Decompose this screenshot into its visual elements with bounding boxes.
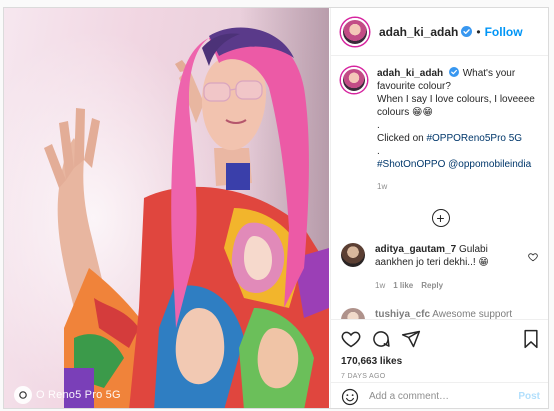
camera-watermark: O Reno5 Pro 5G (14, 386, 121, 404)
post-header: adah_ki_adah • Follow (331, 8, 548, 56)
emoji-icon[interactable] (341, 388, 359, 406)
post-photo[interactable]: O Reno5 Pro 5G (4, 8, 329, 408)
post-timestamp: 7 DAYS AGO (341, 373, 386, 380)
page-background: O Reno5 Pro 5G adah_ki_adah • Follow ada… (0, 0, 554, 411)
author-avatar[interactable] (341, 17, 369, 46)
caption-separator-2: . (377, 146, 380, 157)
choker (226, 163, 250, 190)
caption-separator-1: . (377, 120, 380, 131)
commenter-username[interactable]: tushiya_cfc (375, 309, 430, 319)
caption-username[interactable]: adah_ki_adah (377, 68, 443, 79)
post-side-panel: adah_ki_adah • Follow adah_ki_adah What'… (330, 8, 548, 408)
comment-likes[interactable]: 1 like (393, 279, 413, 292)
commenter-avatar[interactable] (341, 308, 365, 319)
glasses-left (203, 82, 231, 102)
post-comment-button[interactable]: Post (518, 391, 540, 402)
share-icon[interactable] (401, 329, 421, 349)
glasses-right (235, 80, 263, 100)
comment-icon[interactable] (371, 329, 391, 349)
comment-age: 1w (375, 281, 386, 290)
hashtag-shotonoppo[interactable]: #ShotOnOPPO (377, 159, 445, 170)
action-icons (341, 326, 540, 352)
load-more-comments-button[interactable]: + (431, 209, 450, 227)
commenter-avatar[interactable] (341, 243, 365, 267)
caption-author-avatar[interactable] (341, 67, 367, 93)
caption: adah_ki_adah What's your favourite colou… (341, 67, 540, 193)
comment-item: aditya_gautam_7 Gulabi aankhen jo teri d… (341, 243, 540, 292)
camera-logo-icon (14, 386, 32, 404)
comment-composer: Post (331, 382, 548, 408)
comment-input[interactable] (369, 391, 509, 402)
verified-badge-icon (461, 26, 473, 37)
commenter-username[interactable]: aditya_gautam_7 (375, 244, 456, 255)
comment-text: aditya_gautam_7 Gulabi aankhen jo teri d… (375, 243, 525, 292)
comments-section[interactable]: adah_ki_adah What's your favourite colou… (331, 57, 548, 319)
post-actions: 170,663 likes 7 DAYS AGO (331, 319, 548, 380)
caption-line-3-prefix: Clicked on (377, 133, 427, 144)
caption-age: 1w (377, 182, 388, 191)
mention-oppomobileindia[interactable]: @oppomobileindia (448, 159, 531, 170)
author-username[interactable]: adah_ki_adah (379, 25, 458, 39)
comment-reply-button[interactable]: Reply (421, 279, 443, 292)
bookmark-icon[interactable] (522, 329, 540, 349)
header-separator: • (476, 24, 481, 39)
verified-badge-icon (448, 67, 460, 78)
follow-button[interactable]: Follow (485, 25, 523, 39)
caption-line-2: When I say I love colours, I loveeee col… (377, 94, 535, 118)
comment-meta: 1w 1 like Reply (375, 279, 525, 292)
likes-count[interactable]: 170,663 likes (341, 356, 540, 367)
caption-text: adah_ki_adah What's your favourite colou… (377, 67, 540, 193)
photo-illustration (44, 27, 329, 408)
load-more-wrap: + (341, 209, 540, 227)
comment-item-partial: tushiya_cfc Awesome support me (341, 308, 540, 319)
hashtag-oppo-reno5pro[interactable]: #OPPOReno5Pro 5G (426, 133, 522, 144)
watermark-text: O Reno5 Pro 5G (36, 389, 121, 401)
post-card: O Reno5 Pro 5G adah_ki_adah • Follow ada… (3, 7, 549, 409)
heart-icon[interactable] (341, 329, 361, 349)
comment-like-heart-icon[interactable] (528, 249, 538, 267)
comment-text: tushiya_cfc Awesome support me (375, 308, 525, 319)
